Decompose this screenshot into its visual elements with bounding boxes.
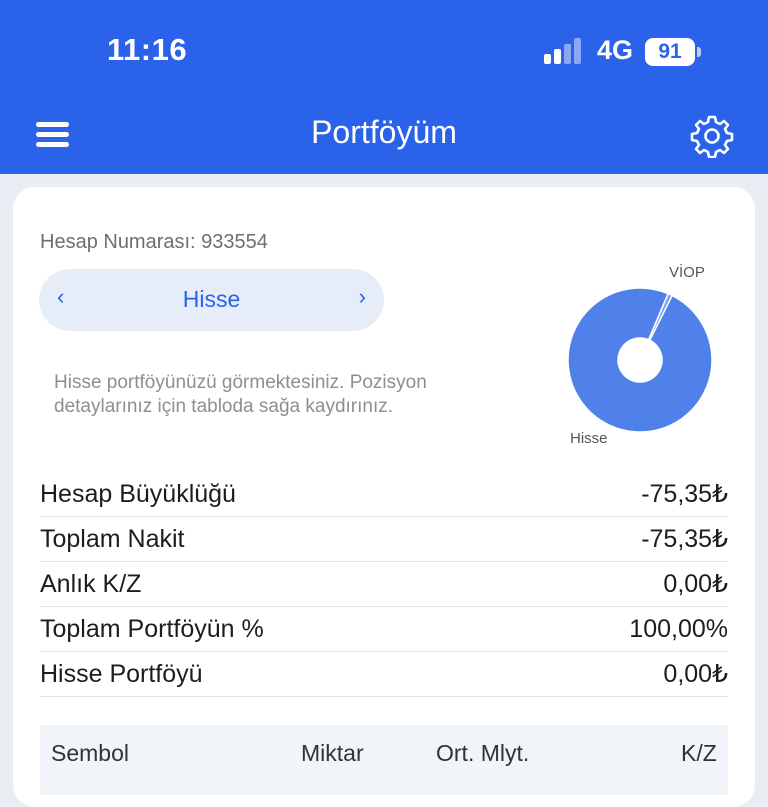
- chart-label-hisse: Hisse: [570, 430, 608, 447]
- column-header[interactable]: Miktar: [301, 740, 364, 767]
- summary-value: -75,35₺: [641, 480, 728, 508]
- column-header[interactable]: Ort. Mlyt.: [436, 740, 529, 767]
- summary-label: Hesap Büyüklüğü: [40, 479, 236, 508]
- summary-row: Hesap Büyüklüğü -75,35₺: [40, 472, 728, 517]
- network-type: 4G: [597, 35, 634, 65]
- summary-label: Toplam Nakit: [40, 524, 185, 553]
- battery-tip: [697, 47, 701, 57]
- portfolio-card: Hesap Numarası: 933554 ‹ Hisse › Hisse p…: [13, 187, 755, 807]
- account-number: Hesap Numarası: 933554: [40, 231, 268, 253]
- summary-value: -75,35₺: [641, 525, 728, 553]
- summary-row: Toplam Nakit -75,35₺: [40, 517, 728, 562]
- summary-label: Hisse Portföyü: [40, 659, 203, 688]
- summary-row: Hisse Portföyü 0,00₺: [40, 652, 728, 697]
- page-title: Portföyüm: [311, 114, 457, 150]
- portfolio-type-selector[interactable]: ‹ Hisse ›: [39, 269, 384, 331]
- summary-label: Anlık K/Z: [40, 569, 142, 598]
- summary-value: 0,00₺: [663, 660, 728, 688]
- summary-label: Toplam Portföyün %: [40, 614, 264, 643]
- donut-slice-hisse: [567, 287, 713, 433]
- battery-level: 91: [645, 38, 695, 66]
- summary-row: Anlık K/Z 0,00₺: [40, 562, 728, 607]
- portfolio-donut-chart: VİOP Hisse: [567, 263, 713, 447]
- battery-icon: 91: [645, 38, 701, 66]
- gear-icon[interactable]: [690, 114, 734, 158]
- summary-row: Toplam Portföyün % 100,00%: [40, 607, 728, 652]
- summary-list: Hesap Büyüklüğü -75,35₺ Toplam Nakit -75,35…: [40, 472, 728, 697]
- portfolio-type-label: Hisse: [182, 286, 241, 312]
- app-header: 11:16 4G 91 Portföyüm: [0, 0, 768, 174]
- status-time: 11:16: [107, 32, 188, 67]
- summary-value: 100,00%: [629, 614, 728, 643]
- summary-value: 0,00₺: [663, 570, 728, 598]
- chevron-right-icon[interactable]: ›: [359, 284, 366, 310]
- chart-label-viop: VİOP: [669, 263, 705, 281]
- column-header[interactable]: K/Z: [681, 740, 717, 767]
- table-header: Sembol Miktar Ort. Mlyt. K/Z: [40, 725, 728, 795]
- portfolio-description: Hisse portföyünüzü görmektesiniz. Pozisy…: [54, 372, 427, 417]
- column-header[interactable]: Sembol: [51, 740, 129, 767]
- signal-icon: [544, 38, 581, 64]
